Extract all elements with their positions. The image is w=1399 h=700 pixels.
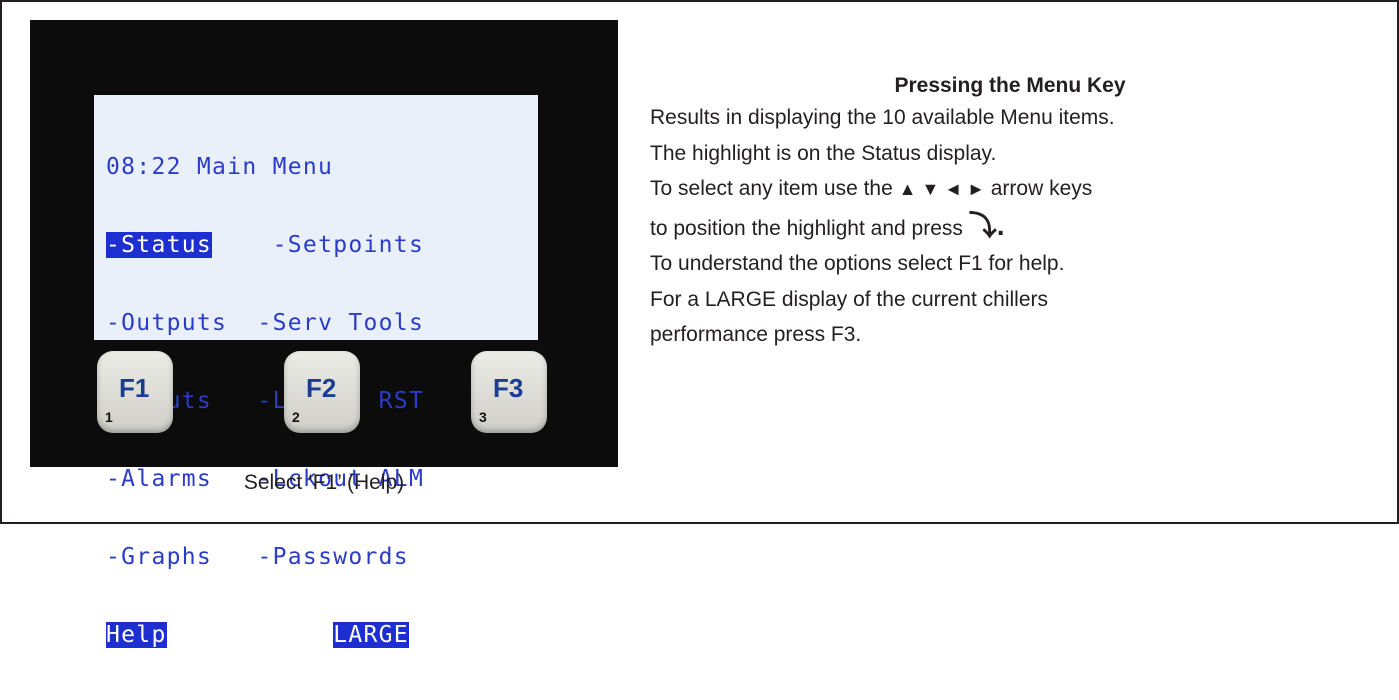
f3-key-label: F3 bbox=[493, 373, 524, 403]
controller-panel: 08:22 Main Menu -Status -Setpoints -Outp… bbox=[30, 20, 618, 648]
f1-key-label: F1 bbox=[119, 373, 150, 403]
menu-item-setpoints[interactable]: -Setpoints bbox=[273, 232, 424, 258]
lcd-screen: 08:22 Main Menu -Status -Setpoints -Outp… bbox=[94, 95, 538, 648]
f1-key[interactable]: F1 1 bbox=[97, 351, 173, 433]
f2-key-number: 2 bbox=[292, 409, 300, 425]
lcd-header: 08:22 Main Menu bbox=[106, 154, 334, 180]
instructions-title: Pressing the Menu Key bbox=[894, 74, 1126, 97]
instruction-line-3: To select any item use the ▲ ▼ ◄ ► arrow… bbox=[650, 171, 1390, 208]
instruction-line-2: The highlight is on the Status display. bbox=[650, 141, 997, 165]
instruction-line-7: performance press F3. bbox=[650, 323, 862, 346]
softkey-help[interactable]: Help bbox=[106, 622, 167, 648]
instruction-line-3-prefix: To select any item use the bbox=[650, 177, 893, 200]
image-caption: Select ‘F1’ (Help) bbox=[243, 471, 405, 494]
instruction-line-6: For a LARGE display of the current chill… bbox=[650, 287, 1048, 311]
f2-key-label: F2 bbox=[306, 373, 337, 403]
f2-key[interactable]: F2 2 bbox=[284, 351, 360, 433]
instruction-line-4-prefix: to position the highlight and press bbox=[650, 216, 963, 240]
menu-item-outputs[interactable]: -Outputs bbox=[106, 310, 227, 336]
instruction-line-4: to position the highlight and press ⤵. bbox=[650, 208, 1390, 247]
instruction-line-3-suffix: arrow keys bbox=[990, 177, 1093, 200]
menu-item-serv-tools[interactable]: -Serv Tools bbox=[257, 310, 424, 336]
instructions-panel: Pressing the Menu Key Results in display… bbox=[650, 72, 1390, 353]
menu-item-status[interactable]: -Status bbox=[106, 232, 213, 258]
enter-key-icon: ⤵. bbox=[968, 209, 1005, 241]
instruction-line-1: Results in displaying the 10 available M… bbox=[650, 106, 1115, 129]
f3-key[interactable]: F3 3 bbox=[471, 351, 547, 433]
menu-item-graphs[interactable]: -Graphs bbox=[106, 544, 212, 570]
softkey-large[interactable]: LARGE bbox=[333, 622, 409, 648]
f1-key-number: 1 bbox=[105, 409, 113, 425]
instruction-line-5: To understand the options select F1 for … bbox=[650, 252, 1065, 275]
menu-item-passwords[interactable]: -Passwords bbox=[257, 544, 408, 570]
arrow-keys-icons: ▲ ▼ ◄ ► bbox=[898, 179, 985, 199]
f3-key-number: 3 bbox=[479, 409, 487, 425]
